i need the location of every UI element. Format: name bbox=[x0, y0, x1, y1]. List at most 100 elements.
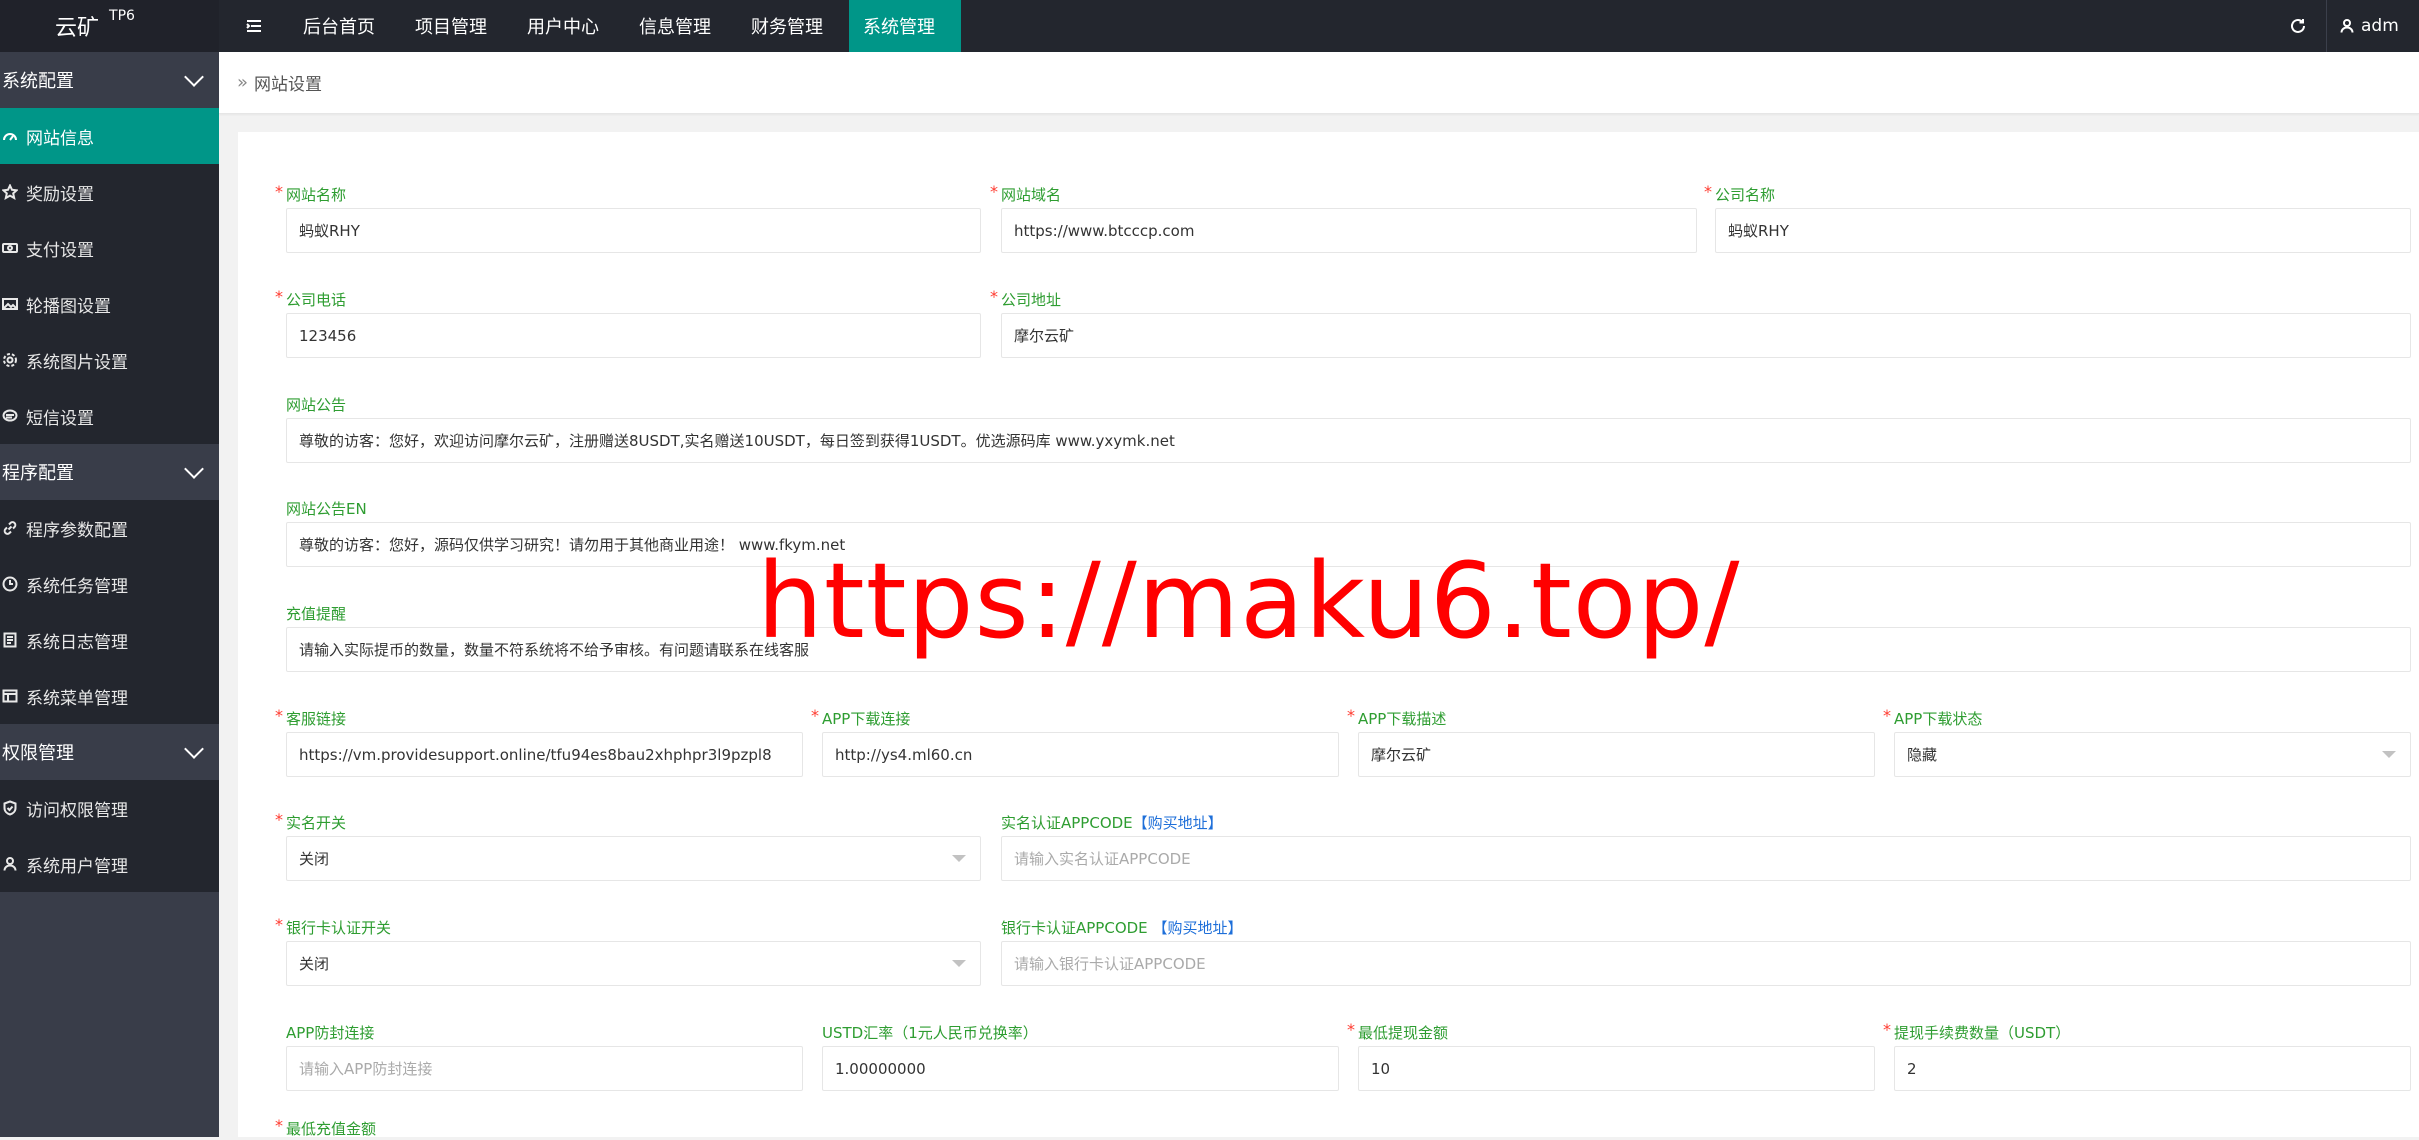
top-nav: 后台首页 项目管理 用户中心 信息管理 财务管理 系统管理 bbox=[289, 0, 961, 52]
sidebar-item-label: 轮播图设置 bbox=[26, 296, 111, 317]
usdt-rate-field: USTD汇率（1元人民币兑换率） 1.00000000 bbox=[822, 1022, 1339, 1091]
site-domain-input[interactable]: https://www.btcccp.com bbox=[1001, 208, 1697, 253]
user-menu[interactable]: adm bbox=[2326, 0, 2419, 52]
field-label: 实名开关 bbox=[286, 814, 347, 832]
app-status-select[interactable]: 隐藏 bbox=[1894, 732, 2411, 777]
top-nav-label: 系统管理 bbox=[863, 17, 935, 38]
gear-icon bbox=[2, 352, 18, 368]
dropdown-caret-icon bbox=[952, 855, 966, 862]
withdraw-fee-input[interactable]: 2 bbox=[1894, 1046, 2411, 1091]
bank-switch-field: * 银行卡认证开关 关闭 bbox=[275, 915, 981, 986]
min-withdraw-input[interactable]: 10 bbox=[1358, 1046, 1875, 1091]
sidebar-item-carousel[interactable]: 轮播图设置 bbox=[0, 276, 219, 332]
sidebar-item-label: 系统菜单管理 bbox=[26, 688, 128, 709]
chevron-down-icon bbox=[184, 739, 204, 759]
sidebar-item-system-images[interactable]: 系统图片设置 bbox=[0, 332, 219, 388]
sidebar-item-tasks[interactable]: 系统任务管理 bbox=[0, 556, 219, 612]
sidebar-item-logs[interactable]: 系统日志管理 bbox=[0, 612, 219, 668]
app-status-field: * APP下载状态 隐藏 bbox=[1883, 706, 2411, 777]
buy-link[interactable]: 【购买地址】 bbox=[1133, 814, 1223, 832]
dropdown-caret-icon bbox=[2382, 751, 2396, 758]
logo[interactable]: 云矿 TP6 bbox=[0, 0, 219, 52]
company-name-input[interactable]: 蚂蚁RHY bbox=[1715, 208, 2411, 253]
user-icon bbox=[2340, 19, 2354, 33]
field-label: 充值提醒 bbox=[286, 605, 347, 623]
breadcrumb-current: 网站设置 bbox=[254, 75, 323, 95]
top-nav-info[interactable]: 信息管理 bbox=[625, 0, 737, 52]
chevron-down-icon bbox=[184, 459, 204, 479]
sidebar-item-reward[interactable]: 奖励设置 bbox=[0, 164, 219, 220]
sidebar-group-label: 权限管理 bbox=[2, 743, 74, 764]
dropdown-caret-icon bbox=[952, 960, 966, 967]
service-link-input[interactable]: https://vm.providesupport.online/tfu94es… bbox=[286, 732, 803, 777]
top-nav-users[interactable]: 用户中心 bbox=[513, 0, 625, 52]
field-label: 银行卡认证开关 bbox=[286, 919, 392, 937]
field-label: APP下载连接 bbox=[822, 710, 911, 728]
site-domain-field: * 网站域名 https://www.btcccp.com bbox=[990, 182, 1697, 253]
sidebar-item-menus[interactable]: 系统菜单管理 bbox=[0, 668, 219, 724]
sidebar-group-program-config[interactable]: 程序配置 bbox=[0, 444, 219, 500]
bank-switch-select[interactable]: 关闭 bbox=[286, 941, 981, 986]
menu-toggle-icon[interactable] bbox=[219, 0, 289, 52]
notice-field: 网站公告 尊敬的访客：您好，欢迎访问摩尔云矿，注册赠送8USDT,实名赠送10U… bbox=[286, 394, 2411, 463]
shield-icon bbox=[2, 800, 18, 816]
link-icon bbox=[2, 520, 18, 536]
min-withdraw-field: * 最低提现金额 10 bbox=[1347, 1020, 1875, 1091]
select-value: 关闭 bbox=[299, 955, 330, 973]
site-name-input[interactable]: 蚂蚁RHY bbox=[286, 208, 981, 253]
app-desc-input[interactable]: 摩尔云矿 bbox=[1358, 732, 1875, 777]
field-label: 网站名称 bbox=[286, 186, 347, 204]
field-label: 提现手续费数量（USDT） bbox=[1894, 1024, 2071, 1042]
sidebar-item-label: 系统图片设置 bbox=[26, 352, 128, 373]
app-download-input[interactable]: http://ys4.ml60.cn bbox=[822, 732, 1339, 777]
field-label: APP下载描述 bbox=[1358, 710, 1447, 728]
buy-link[interactable]: 【购买地址】 bbox=[1148, 919, 1242, 937]
top-nav-finance[interactable]: 财务管理 bbox=[737, 0, 849, 52]
top-nav-home[interactable]: 后台首页 bbox=[289, 0, 401, 52]
logo-badge: TP6 bbox=[109, 8, 135, 24]
field-label: 最低充值金额 bbox=[286, 1120, 377, 1138]
table-icon bbox=[2, 688, 18, 704]
field-label: USTD汇率（1元人民币兑换率） bbox=[822, 1024, 1038, 1042]
realname-appcode-input[interactable]: 请输入实名认证APPCODE bbox=[1001, 836, 2411, 881]
company-phone-field: * 公司电话 123456 bbox=[275, 287, 981, 358]
site-name-field: * 网站名称 蚂蚁RHY bbox=[275, 182, 981, 253]
sidebar-item-label: 短信设置 bbox=[26, 408, 94, 429]
company-address-input[interactable]: 摩尔云矿 bbox=[1001, 313, 2411, 358]
realname-switch-select[interactable]: 关闭 bbox=[286, 836, 981, 881]
bank-appcode-input[interactable]: 请输入银行卡认证APPCODE bbox=[1001, 941, 2411, 986]
double-chevron-right-icon: » bbox=[237, 72, 249, 93]
sidebar-item-access[interactable]: 访问权限管理 bbox=[0, 780, 219, 836]
sidebar-item-program-params[interactable]: 程序参数配置 bbox=[0, 500, 219, 556]
sidebar-item-users[interactable]: 系统用户管理 bbox=[0, 836, 219, 892]
notice-input[interactable]: 尊敬的访客：您好，欢迎访问摩尔云矿，注册赠送8USDT,实名赠送10USDT，每… bbox=[286, 418, 2411, 463]
sidebar: 云矿 TP6 系统配置 网站信息 奖励设置 支付设置 轮播图设置 系统图片设置 短… bbox=[0, 0, 219, 1137]
chevron-down-icon bbox=[184, 67, 204, 87]
field-label: 网站公告EN bbox=[286, 500, 367, 518]
service-link-field: * 客服链接 https://vm.providesupport.online/t… bbox=[275, 706, 803, 777]
sidebar-group-system-config[interactable]: 系统配置 bbox=[0, 52, 219, 108]
top-nav-label: 信息管理 bbox=[639, 17, 711, 38]
top-header: 后台首页 项目管理 用户中心 信息管理 财务管理 系统管理 adm bbox=[219, 0, 2419, 52]
app-antiblock-input[interactable]: 请输入APP防封连接 bbox=[286, 1046, 803, 1091]
sidebar-item-sms[interactable]: 短信设置 bbox=[0, 388, 219, 444]
sidebar-item-label: 支付设置 bbox=[26, 240, 94, 261]
sidebar-item-site-info[interactable]: 网站信息 bbox=[0, 108, 219, 164]
select-value: 隐藏 bbox=[1907, 746, 1938, 764]
watermark: https://maku6.top/ bbox=[757, 540, 1741, 662]
usdt-rate-input[interactable]: 1.00000000 bbox=[822, 1046, 1339, 1091]
clock-icon bbox=[2, 576, 18, 592]
top-nav-label: 后台首页 bbox=[303, 17, 375, 38]
top-nav-system[interactable]: 系统管理 bbox=[849, 0, 961, 52]
top-nav-projects[interactable]: 项目管理 bbox=[401, 0, 513, 52]
refresh-icon[interactable] bbox=[2270, 0, 2326, 52]
company-phone-input[interactable]: 123456 bbox=[286, 313, 981, 358]
money-icon bbox=[2, 240, 18, 256]
field-label: 公司地址 bbox=[1001, 291, 1062, 309]
message-icon bbox=[2, 408, 18, 424]
field-label: APP防封连接 bbox=[286, 1024, 375, 1042]
sidebar-item-label: 网站信息 bbox=[26, 128, 94, 149]
sidebar-group-permissions[interactable]: 权限管理 bbox=[0, 724, 219, 780]
log-icon bbox=[2, 632, 18, 648]
sidebar-item-payment[interactable]: 支付设置 bbox=[0, 220, 219, 276]
